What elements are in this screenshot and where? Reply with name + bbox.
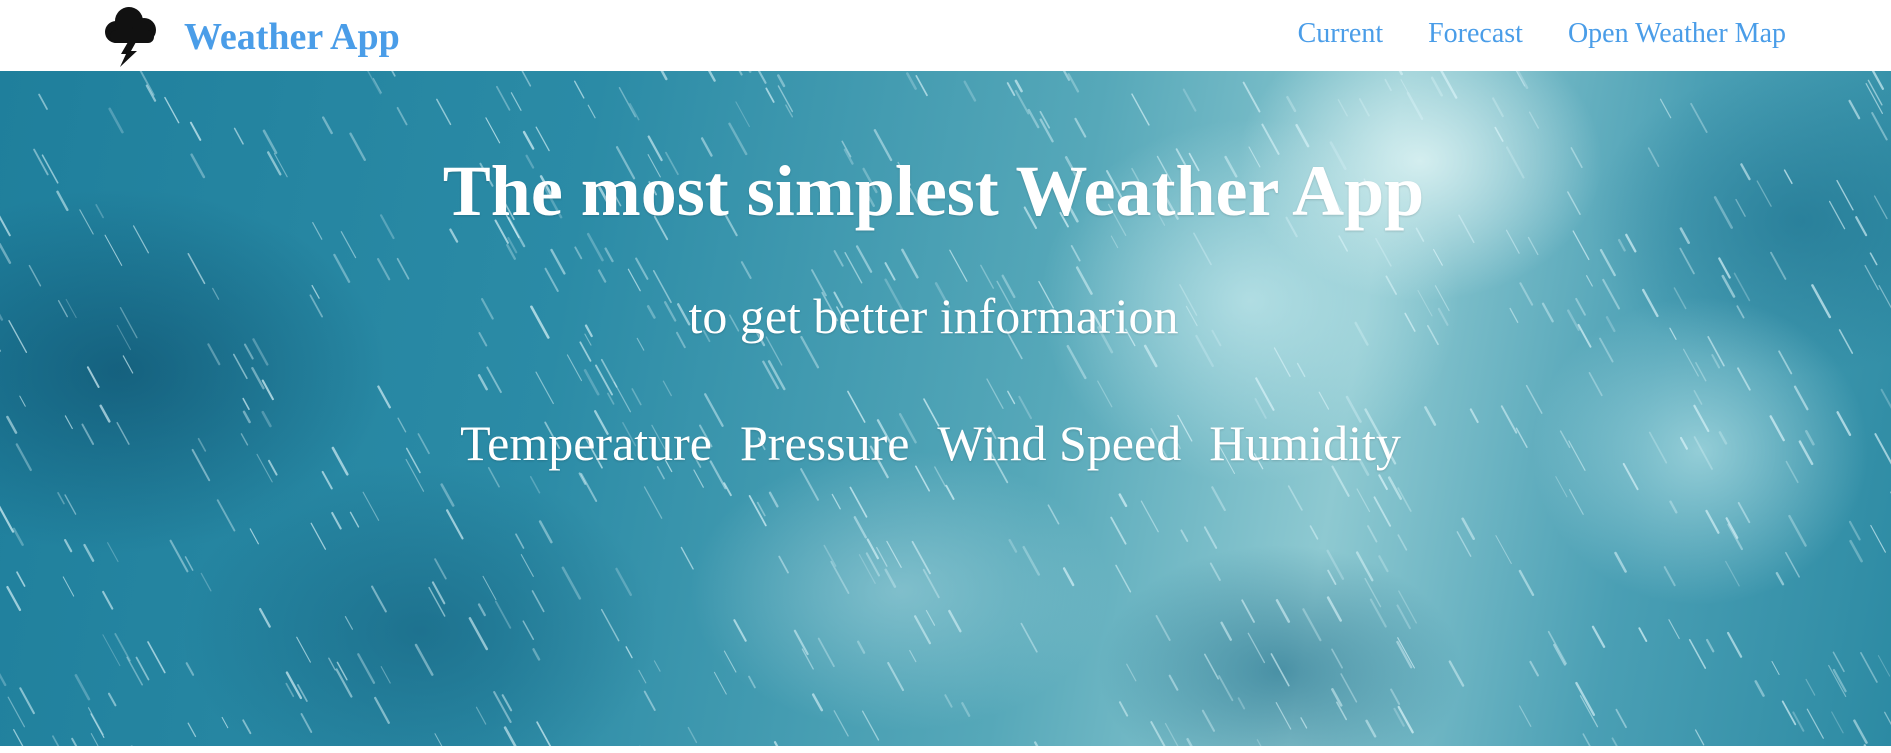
feature-list: Temperature Pressure Wind Speed Humidity — [0, 413, 1891, 473]
hero-subtitle: to get better informarion — [688, 288, 1179, 344]
main-nav: Current Forecast Open Weather Map — [1253, 0, 1786, 71]
nav-link-forecast[interactable]: Forecast — [1428, 18, 1523, 50]
feature-humidity: Humidity — [1209, 415, 1401, 471]
nav-link-open-weather-map[interactable]: Open Weather Map — [1568, 18, 1786, 50]
feature-pressure: Pressure — [740, 415, 910, 471]
nav-link-current[interactable]: Current — [1298, 18, 1384, 50]
hero-banner: The most simplest Weather App to get bet… — [0, 71, 1891, 746]
brand-home-link[interactable]: Weather App — [98, 0, 400, 71]
storm-cloud-icon — [105, 6, 156, 67]
navbar: Weather App Current Forecast Open Weathe… — [0, 0, 1891, 71]
feature-wind-speed: Wind Speed — [937, 415, 1182, 471]
feature-temperature: Temperature — [460, 415, 712, 471]
hero-title: The most simplest Weather App — [442, 151, 1425, 231]
brand-title: Weather App — [184, 16, 400, 58]
